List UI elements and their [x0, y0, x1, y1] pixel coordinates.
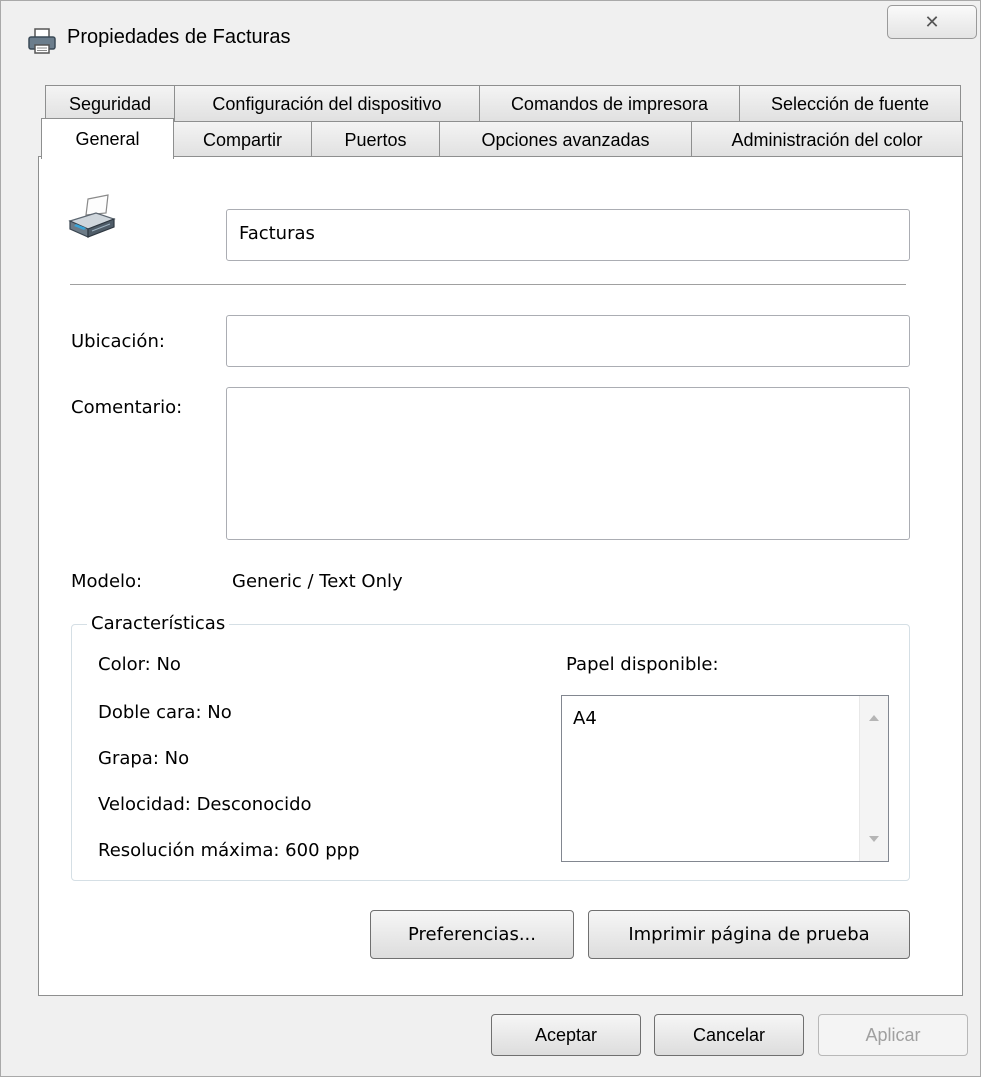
printer-name-field[interactable]: Facturas [226, 209, 910, 261]
paper-item[interactable]: A4 [573, 708, 597, 729]
apply-button[interactable]: Aplicar [818, 1014, 968, 1056]
printer-name-value: Facturas [239, 223, 315, 244]
paper-listbox[interactable]: A4 [561, 695, 889, 862]
print-test-page-button[interactable]: Imprimir página de prueba [588, 910, 910, 959]
paper-label: Papel disponible: [566, 654, 719, 675]
preferences-button[interactable]: Preferencias... [370, 910, 574, 959]
ok-button[interactable]: Aceptar [491, 1014, 641, 1056]
tab-compartir[interactable]: Compartir [173, 121, 312, 158]
feature-resolution: Resolución máxima: 600 ppp [98, 840, 360, 861]
tab-puertos[interactable]: Puertos [311, 121, 440, 158]
printer-icon [28, 28, 56, 54]
model-value: Generic / Text Only [232, 571, 403, 592]
paper-scrollbar[interactable] [859, 696, 888, 861]
location-label: Ubicación: [71, 331, 165, 352]
close-icon: ✕ [924, 11, 940, 33]
printer-icon [68, 194, 116, 238]
cancel-button[interactable]: Cancelar [654, 1014, 804, 1056]
feature-speed: Velocidad: Desconocido [98, 794, 312, 815]
tab-administracion-color[interactable]: Administración del color [691, 121, 963, 158]
window-title: Propiedades de Facturas [67, 26, 291, 48]
general-tab-panel: Facturas Ubicación: Comentario: Modelo: … [38, 156, 963, 996]
features-title: Características [87, 613, 230, 634]
scroll-up-arrow-icon[interactable] [869, 714, 879, 721]
tab-configuracion-dispositivo[interactable]: Configuración del dispositivo [174, 85, 480, 122]
tab-seguridad[interactable]: Seguridad [45, 85, 175, 122]
comment-label: Comentario: [71, 397, 183, 418]
feature-color: Color: No [98, 654, 181, 675]
feature-duplex: Doble cara: No [98, 702, 232, 723]
scroll-down-arrow-icon[interactable] [869, 836, 879, 843]
tab-comandos-impresora[interactable]: Comandos de impresora [479, 85, 740, 122]
comment-field[interactable] [226, 387, 910, 540]
model-label: Modelo: [71, 571, 143, 592]
feature-staple: Grapa: No [98, 748, 190, 769]
close-button[interactable]: ✕ [887, 5, 977, 39]
tab-seleccion-fuente[interactable]: Selección de fuente [739, 85, 961, 122]
location-field[interactable] [226, 315, 910, 367]
printer-properties-dialog: Propiedades de Facturas ✕ Seguridad Conf… [0, 0, 981, 1077]
tab-general[interactable]: General [41, 118, 174, 159]
separator [70, 284, 906, 286]
title-bar: Propiedades de Facturas ✕ [1, 1, 980, 71]
tab-opciones-avanzadas[interactable]: Opciones avanzadas [439, 121, 692, 158]
